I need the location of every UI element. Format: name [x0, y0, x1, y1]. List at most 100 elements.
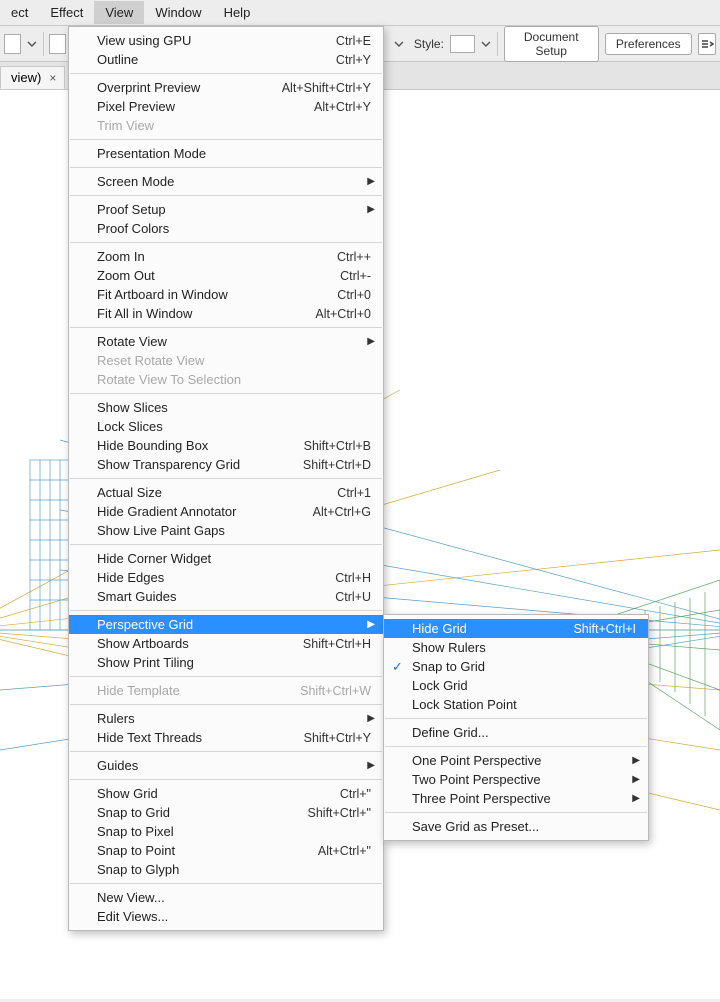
pg-item-lock-grid[interactable]: Lock Grid: [384, 676, 648, 695]
view-item-new-view[interactable]: New View...: [69, 888, 383, 907]
view-item-outline[interactable]: OutlineCtrl+Y: [69, 50, 383, 69]
view-item-show-artboards[interactable]: Show ArtboardsShift+Ctrl+H: [69, 634, 383, 653]
view-item-hide-corner-widget[interactable]: Hide Corner Widget: [69, 549, 383, 568]
menu-ect[interactable]: ect: [0, 1, 39, 24]
menu-item-label: Pixel Preview: [97, 99, 274, 114]
pg-item-show-rulers[interactable]: Show Rulers: [384, 638, 648, 657]
view-item-lock-slices[interactable]: Lock Slices: [69, 417, 383, 436]
stroke-swatch[interactable]: [49, 34, 66, 54]
menu-item-label: Define Grid...: [412, 725, 636, 740]
view-item-snap-to-point[interactable]: Snap to PointAlt+Ctrl+": [69, 841, 383, 860]
menu-item-label: Guides: [97, 758, 371, 773]
menu-item-label: Lock Station Point: [412, 697, 636, 712]
menu-help[interactable]: Help: [213, 1, 262, 24]
menu-separator: [70, 195, 382, 196]
view-item-view-using-gpu[interactable]: View using GPUCtrl+E: [69, 31, 383, 50]
document-setup-button[interactable]: Document Setup: [504, 26, 599, 62]
view-item-show-slices[interactable]: Show Slices: [69, 398, 383, 417]
menu-item-label: Show Artboards: [97, 636, 263, 651]
view-item-snap-to-glyph[interactable]: Snap to Glyph: [69, 860, 383, 879]
view-item-show-transparency-grid[interactable]: Show Transparency GridShift+Ctrl+D: [69, 455, 383, 474]
view-item-snap-to-grid[interactable]: Snap to GridShift+Ctrl+": [69, 803, 383, 822]
submenu-arrow-icon: ▶: [367, 713, 375, 724]
menu-separator: [70, 779, 382, 780]
view-item-smart-guides[interactable]: Smart Guides Ctrl+U: [69, 587, 383, 606]
pg-item-two-point-perspective[interactable]: Two Point Perspective▶: [384, 770, 648, 789]
menu-item-label: Trim View: [97, 118, 371, 133]
view-item-hide-edges[interactable]: Hide EdgesCtrl+H: [69, 568, 383, 587]
menu-item-shortcut: Ctrl+U: [335, 590, 371, 604]
overflow-button[interactable]: [698, 33, 716, 55]
menu-item-label: Hide Text Threads: [97, 730, 264, 745]
menu-item-label: Smart Guides: [97, 589, 295, 604]
view-item-fit-all-in-window[interactable]: Fit All in WindowAlt+Ctrl+0: [69, 304, 383, 323]
menu-view[interactable]: View: [94, 1, 144, 24]
view-item-actual-size[interactable]: Actual SizeCtrl+1: [69, 483, 383, 502]
menu-item-label: Actual Size: [97, 485, 297, 500]
menu-item-shortcut: Shift+Ctrl+D: [303, 458, 371, 472]
menu-item-label: Lock Grid: [412, 678, 636, 693]
submenu-arrow-icon: ▶: [367, 336, 375, 347]
view-item-show-live-paint-gaps[interactable]: Show Live Paint Gaps: [69, 521, 383, 540]
perspective-grid-submenu: Hide GridShift+Ctrl+IShow Rulers✓Snap to…: [383, 614, 649, 841]
menu-separator: [70, 242, 382, 243]
menu-effect[interactable]: Effect: [39, 1, 94, 24]
menu-item-shortcut: Ctrl+": [340, 787, 371, 801]
view-item-rulers[interactable]: Rulers▶: [69, 709, 383, 728]
menu-separator: [70, 751, 382, 752]
menu-separator: [385, 812, 647, 813]
menu-item-label: Overprint Preview: [97, 80, 242, 95]
view-item-rotate-view[interactable]: Rotate View▶: [69, 332, 383, 351]
fill-swatch[interactable]: [4, 34, 21, 54]
pg-item-one-point-perspective[interactable]: One Point Perspective▶: [384, 751, 648, 770]
view-item-guides[interactable]: Guides▶: [69, 756, 383, 775]
menu-item-label: Hide Gradient Annotator: [97, 504, 273, 519]
view-item-snap-to-pixel[interactable]: Snap to Pixel: [69, 822, 383, 841]
view-item-proof-colors[interactable]: Proof Colors: [69, 219, 383, 238]
submenu-arrow-icon: ▶: [367, 204, 375, 215]
view-item-edit-views[interactable]: Edit Views...: [69, 907, 383, 926]
menu-separator: [70, 327, 382, 328]
pg-item-lock-station-point[interactable]: Lock Station Point: [384, 695, 648, 714]
view-item-zoom-out[interactable]: Zoom OutCtrl+-: [69, 266, 383, 285]
menu-separator: [385, 746, 647, 747]
document-tab[interactable]: view) ×: [0, 66, 65, 89]
pg-item-hide-grid[interactable]: Hide GridShift+Ctrl+I: [384, 619, 648, 638]
view-item-hide-text-threads[interactable]: Hide Text ThreadsShift+Ctrl+Y: [69, 728, 383, 747]
pg-item-three-point-perspective[interactable]: Three Point Perspective▶: [384, 789, 648, 808]
style-select[interactable]: [450, 35, 475, 53]
menu-item-shortcut: Ctrl+0: [337, 288, 371, 302]
menu-item-label: Show Print Tiling: [97, 655, 371, 670]
pg-item-save-grid-as-preset[interactable]: Save Grid as Preset...: [384, 817, 648, 836]
chevron-down-icon[interactable]: [394, 38, 404, 50]
view-item-screen-mode[interactable]: Screen Mode▶: [69, 172, 383, 191]
close-icon[interactable]: ×: [49, 71, 56, 85]
view-item-show-print-tiling[interactable]: Show Print Tiling: [69, 653, 383, 672]
chevron-down-icon[interactable]: [27, 38, 37, 50]
menu-item-shortcut: Ctrl+H: [335, 571, 371, 585]
menu-separator: [70, 704, 382, 705]
pg-item-snap-to-grid[interactable]: ✓Snap to Grid: [384, 657, 648, 676]
view-item-show-grid[interactable]: Show GridCtrl+": [69, 784, 383, 803]
menu-item-label: Fit Artboard in Window: [97, 287, 297, 302]
menu-item-label: Snap to Pixel: [97, 824, 371, 839]
view-item-zoom-in[interactable]: Zoom InCtrl++: [69, 247, 383, 266]
menu-item-shortcut: Alt+Shift+Ctrl+Y: [282, 81, 371, 95]
menu-item-label: Hide Template: [97, 683, 260, 698]
view-item-pixel-preview[interactable]: Pixel PreviewAlt+Ctrl+Y: [69, 97, 383, 116]
pg-item-define-grid[interactable]: Define Grid...: [384, 723, 648, 742]
style-label: Style:: [414, 37, 444, 51]
preferences-button[interactable]: Preferences: [605, 33, 692, 55]
menu-window[interactable]: Window: [144, 1, 212, 24]
menu-item-label: Save Grid as Preset...: [412, 819, 636, 834]
view-item-hide-gradient-annotator[interactable]: Hide Gradient AnnotatorAlt+Ctrl+G: [69, 502, 383, 521]
menu-separator: [70, 610, 382, 611]
view-item-presentation-mode[interactable]: Presentation Mode: [69, 144, 383, 163]
chevron-down-icon[interactable]: [481, 38, 491, 50]
view-item-perspective-grid[interactable]: Perspective Grid▶: [69, 615, 383, 634]
menu-item-label: Zoom Out: [97, 268, 300, 283]
view-item-hide-bounding-box[interactable]: Hide Bounding BoxShift+Ctrl+B: [69, 436, 383, 455]
view-item-overprint-preview[interactable]: Overprint Preview Alt+Shift+Ctrl+Y: [69, 78, 383, 97]
view-item-proof-setup[interactable]: Proof Setup▶: [69, 200, 383, 219]
view-item-fit-artboard-in-window[interactable]: Fit Artboard in Window Ctrl+0: [69, 285, 383, 304]
